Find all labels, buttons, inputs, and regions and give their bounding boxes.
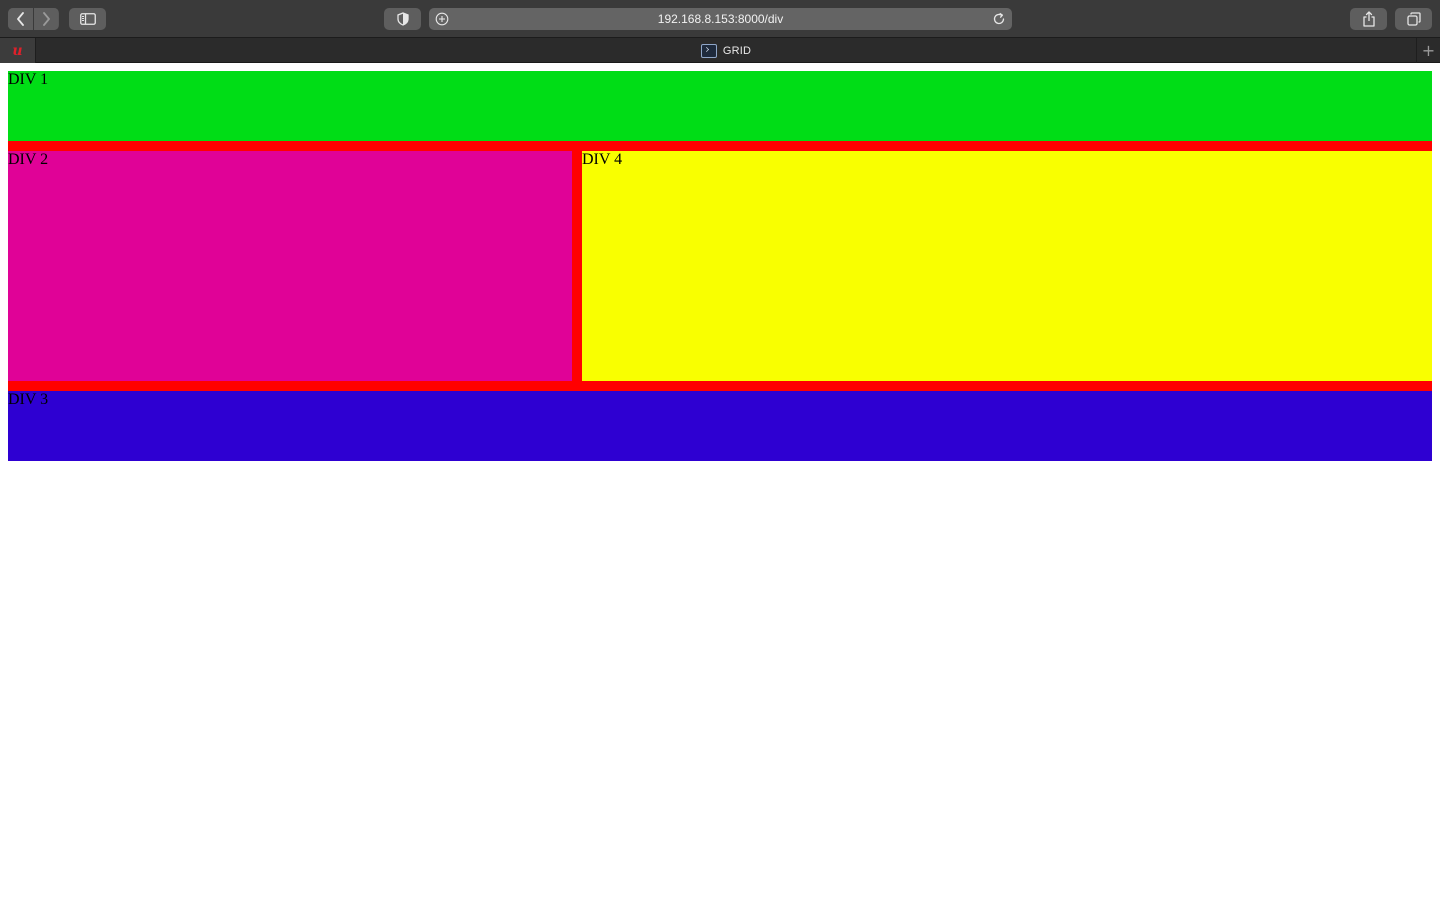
div-2-label: DIV 2 bbox=[8, 151, 49, 168]
page-viewport: DIV 1 DIV 2 DIV 4 DIV 3 bbox=[0, 63, 1440, 900]
tab-bar: u GRID + bbox=[0, 37, 1440, 63]
chevron-left-icon bbox=[16, 12, 24, 26]
url-text[interactable]: 192.168.8.153:8000/div bbox=[429, 8, 1012, 30]
div-4-label: DIV 4 bbox=[582, 151, 623, 168]
div-4: DIV 4 bbox=[582, 151, 1432, 381]
pinned-tab-favicon: u bbox=[12, 42, 23, 59]
chevron-right-icon bbox=[43, 12, 50, 26]
reload-icon[interactable] bbox=[991, 11, 1007, 27]
address-bar[interactable]: 192.168.8.153:8000/div bbox=[429, 8, 1012, 30]
back-button[interactable] bbox=[8, 8, 33, 30]
terminal-icon bbox=[700, 43, 717, 58]
tab-title: GRID bbox=[722, 44, 752, 57]
grid-container: DIV 1 DIV 2 DIV 4 DIV 3 bbox=[8, 71, 1432, 461]
plus-icon: + bbox=[1421, 41, 1436, 60]
sidebar-toggle-button[interactable] bbox=[69, 8, 106, 30]
pinned-tab[interactable]: u bbox=[0, 38, 36, 63]
div-3-label: DIV 3 bbox=[8, 391, 49, 408]
active-tab[interactable]: GRID bbox=[36, 38, 1416, 63]
shield-icon bbox=[396, 12, 409, 26]
div-1-label: DIV 1 bbox=[8, 71, 49, 88]
div-2: DIV 2 bbox=[8, 151, 572, 381]
div-3: DIV 3 bbox=[8, 391, 1432, 461]
tabs-overview-icon bbox=[1406, 12, 1421, 26]
privacy-report-button[interactable] bbox=[384, 8, 421, 30]
tab-overview-button[interactable] bbox=[1395, 8, 1432, 30]
div-1: DIV 1 bbox=[8, 71, 1432, 141]
share-icon bbox=[1362, 11, 1375, 27]
share-button[interactable] bbox=[1350, 8, 1387, 30]
browser-toolbar: 192.168.8.153:8000/div bbox=[0, 0, 1440, 37]
new-tab-button[interactable]: + bbox=[1416, 38, 1440, 63]
sidebar-icon bbox=[79, 13, 96, 25]
navigation-buttons bbox=[8, 8, 59, 30]
forward-button[interactable] bbox=[33, 8, 58, 30]
